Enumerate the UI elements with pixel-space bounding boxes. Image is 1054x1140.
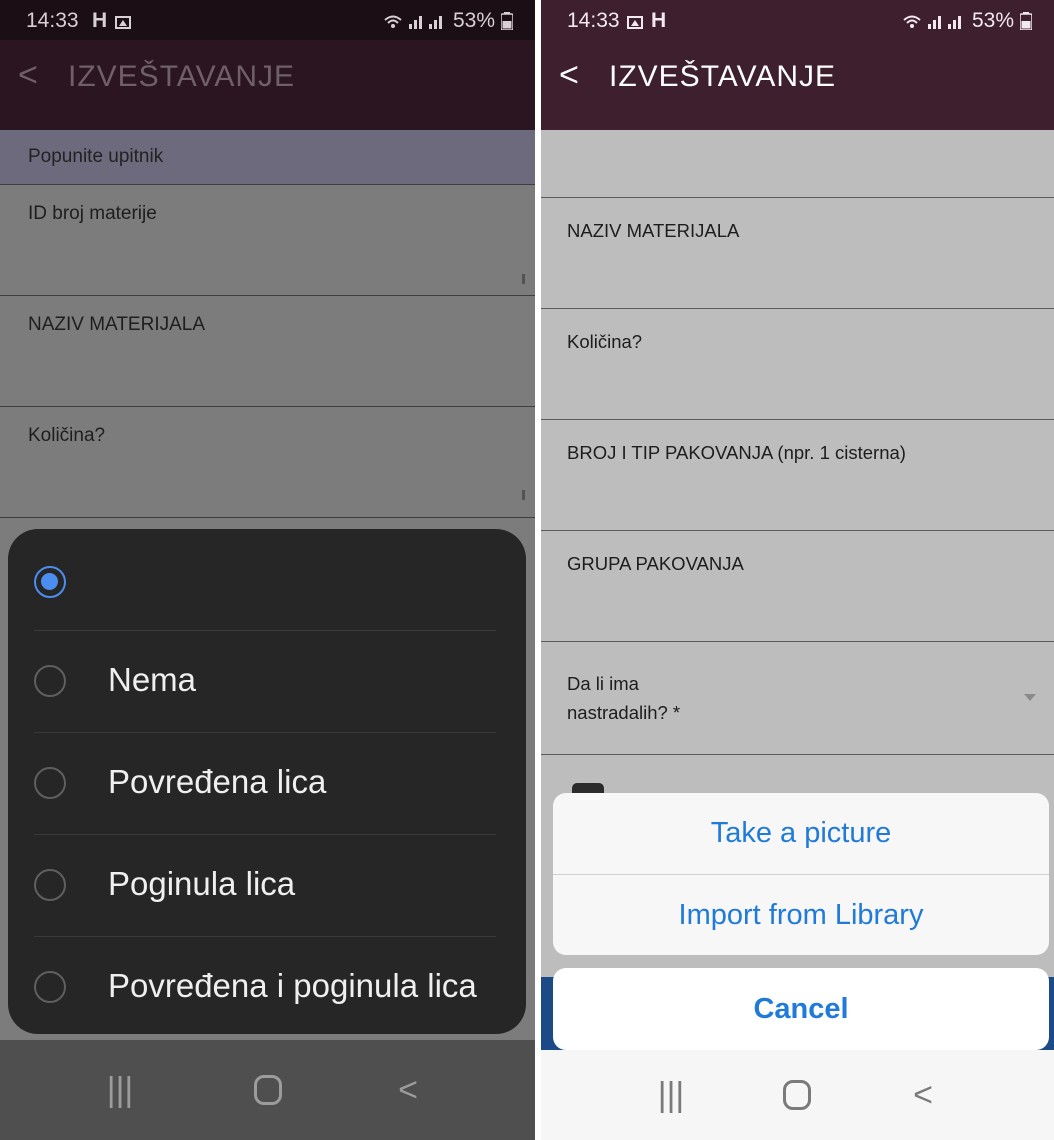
option-povredjena-lica[interactable]: Povređena lica (34, 732, 496, 834)
signal-icon (903, 15, 961, 29)
field-partial[interactable] (541, 130, 1054, 198)
battery-percent: 53% (452, 9, 495, 32)
nav-recent-icon[interactable]: ||| (641, 1050, 701, 1140)
status-bar: 14:33 H 53% (541, 0, 1054, 40)
field-id-broj[interactable]: ID broj materije (0, 185, 535, 296)
field-broj-tip-pakovanja[interactable]: BROJ I TIP PAKOVANJA (npr. 1 cisterna) (541, 420, 1054, 531)
option-nema[interactable]: Nema (34, 630, 496, 732)
options-sheet: Nema Povređena lica Poginula lica Povređ… (8, 529, 526, 1034)
gallery-icon (115, 16, 132, 29)
option-label: Nema (108, 661, 197, 698)
back-chevron-icon[interactable]: < (559, 56, 579, 95)
nav-home-icon[interactable] (238, 1040, 298, 1140)
field-kolicina[interactable]: Količina? (0, 407, 535, 518)
dropdown-nastradalih[interactable]: Da li ima nastradalih? * (541, 642, 1054, 755)
app-bar: < IZVEŠTAVANJE (541, 40, 1054, 130)
field-grupa-pakovanja[interactable]: GRUPA PAKOVANJA (541, 531, 1054, 642)
battery-percent: 53% (971, 9, 1014, 32)
dropdown-label-line2: nastradalih? * (567, 701, 681, 723)
system-nav-bar: ||| < (0, 1040, 535, 1140)
field-naziv-materijala[interactable]: NAZIV MATERIJALA (0, 296, 535, 407)
app-bar: < IZVEŠTAVANJE (0, 40, 535, 130)
system-nav-bar: ||| < (541, 1050, 1054, 1140)
status-time: 14:33 (567, 9, 620, 32)
hbo-icon: H (651, 9, 667, 32)
hbo-icon: H (92, 9, 132, 33)
nav-home-icon[interactable] (767, 1050, 827, 1140)
status-right: 53% (902, 9, 1032, 33)
battery-icon (501, 12, 513, 30)
radio-icon[interactable] (34, 767, 66, 799)
field-resize-handle (522, 490, 525, 500)
signal-icon (384, 15, 442, 29)
dropdown-label-line1: Da li ima (567, 673, 639, 694)
action-sheet: Take a picture Import from Library (553, 793, 1049, 955)
nav-back-icon[interactable]: < (378, 1040, 438, 1140)
radio-icon[interactable] (34, 665, 66, 697)
page-title: IZVEŠTAVANJE (609, 60, 837, 93)
nav-back-icon[interactable]: < (893, 1050, 953, 1140)
nav-recent-icon[interactable]: ||| (90, 1040, 150, 1140)
option-label: Povređena lica (108, 763, 327, 800)
dropdown-arrow-icon (1024, 694, 1036, 701)
status-right: 53% (383, 9, 513, 33)
section-header: Popunite upitnik (0, 130, 535, 185)
field-resize-handle (522, 274, 525, 284)
option-poginula-lica[interactable]: Poginula lica (34, 834, 496, 936)
take-picture-button[interactable]: Take a picture (553, 793, 1049, 874)
battery-icon (1020, 12, 1032, 30)
back-chevron-icon[interactable]: < (18, 56, 38, 95)
page-title: IZVEŠTAVANJE (68, 60, 296, 93)
radio-icon[interactable] (34, 869, 66, 901)
status-time: 14:33 (26, 9, 79, 32)
left-phone-screen: 14:33 H 53% < IZVEŠTAVANJE Popunite upit… (0, 0, 535, 1140)
import-library-button[interactable]: Import from Library (553, 874, 1049, 955)
radio-icon[interactable] (34, 566, 66, 598)
option-label: Povređena i poginula lica (108, 967, 477, 1004)
field-kolicina[interactable]: Količina? (541, 309, 1054, 420)
right-phone-screen: 14:33 H 53% < IZVEŠTAVANJE NAZIV MATERIJ… (541, 0, 1054, 1140)
status-bar: 14:33 H 53% (0, 0, 535, 40)
option-empty[interactable] (34, 529, 496, 631)
cancel-button[interactable]: Cancel (553, 968, 1049, 1050)
option-label: Poginula lica (108, 865, 296, 902)
field-naziv-materijala[interactable]: NAZIV MATERIJALA (541, 198, 1054, 309)
option-povredjena-i-poginula-lica[interactable]: Povređena i poginula lica (34, 936, 496, 1038)
radio-icon[interactable] (34, 971, 66, 1003)
gallery-icon: H (627, 9, 666, 33)
